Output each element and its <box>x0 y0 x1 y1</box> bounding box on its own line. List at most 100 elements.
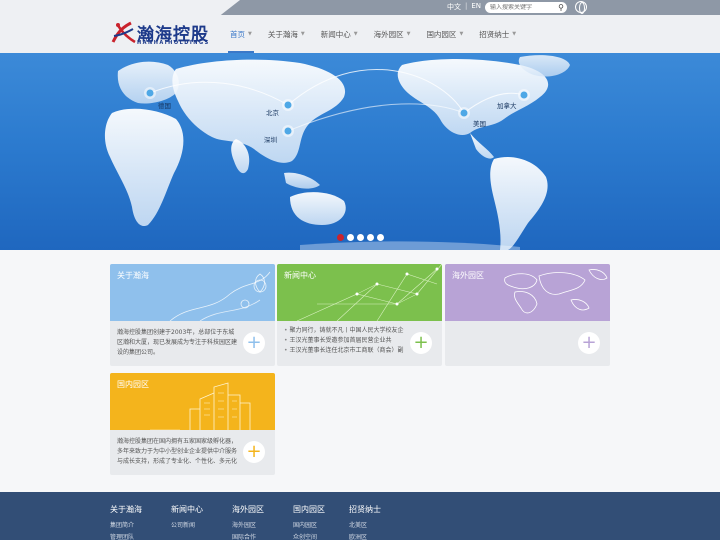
hero-banner: 德国 北京 深圳 美国 加拿大 <box>0 53 720 250</box>
plus-icon: + <box>413 332 429 353</box>
footer-link[interactable]: 海外园区 <box>232 520 264 532</box>
location-label-germany: 德国 <box>158 102 171 110</box>
card-domestic-text: 瀚海控股集团在国内拥有五家国家级孵化器，多年来致力于为中小型创业企业提供中介服务… <box>117 438 237 465</box>
footer-link[interactable]: 北美区 <box>349 520 381 532</box>
chevron-down-icon: ▼ <box>353 31 358 37</box>
footer-link[interactable]: 国际合作 <box>232 532 264 540</box>
main-nav: 首页 ▼ 关于瀚海 ▼ 新闻中心 ▼ 海外园区 ▼ 国内园区 ▼ 招贤纳士 ▼ <box>222 15 524 53</box>
world-map-graphic <box>104 55 570 250</box>
location-label-beijing: 北京 <box>266 109 279 117</box>
slider-dot[interactable] <box>347 234 354 241</box>
footer-col-overseas: 海外园区 海外园区 国际合作 <box>232 504 264 540</box>
nav-item-overseas[interactable]: 海外园区 ▼ <box>366 15 419 53</box>
card-overseas-title: 海外园区 <box>452 271 484 280</box>
card-about-text: 瀚海控股集团创建于2003年，总部位于东城区瀚和大厦，现已发展成为专注于科技园区… <box>117 329 238 356</box>
lang-en-link[interactable]: EN <box>471 2 481 12</box>
news-item[interactable]: 聚力同行，铸就不凡丨中国人民大学校友企 <box>284 326 404 336</box>
nav-label: 关于瀚海 <box>267 29 298 39</box>
chevron-down-icon: ▼ <box>300 31 305 37</box>
plus-icon: + <box>246 441 262 462</box>
news-item[interactable]: 王汉光董事长受邀参加首届民营企业共 <box>284 336 404 346</box>
card-about-body: 瀚海控股集团创建于2003年，总部位于东城区瀚和大厦，现已发展成为专注于科技园区… <box>110 321 275 366</box>
card-about-more-button[interactable]: + <box>243 332 265 354</box>
footer-col-careers: 招贤纳士 北美区 欧洲区 <box>349 504 381 540</box>
location-pin-canada <box>518 89 530 101</box>
plus-icon: + <box>246 332 262 353</box>
logo-mark-icon <box>111 21 136 44</box>
card-domestic-more-button[interactable]: + <box>243 441 265 463</box>
nav-label: 招贤纳士 <box>479 29 510 39</box>
news-list: 聚力同行，铸就不凡丨中国人民大学校友企 王汉光董事长受邀参加首届民营企业共 王汉… <box>284 326 404 356</box>
footer-link[interactable]: 公司新闻 <box>171 520 203 532</box>
search-icon[interactable]: ⚲ <box>558 3 564 12</box>
location-label-shenzhen: 深圳 <box>264 136 277 144</box>
footer-link[interactable]: 管理团队 <box>110 532 142 540</box>
card-about-title: 关于瀚海 <box>117 271 149 280</box>
chevron-down-icon: ▼ <box>248 31 252 37</box>
chevron-down-icon: ▼ <box>512 31 517 37</box>
card-news-title: 新闻中心 <box>284 271 316 280</box>
slider-pagination <box>337 234 384 241</box>
footer-link[interactable]: 欧洲区 <box>349 532 381 540</box>
plus-icon: + <box>581 332 597 353</box>
logo-name-en: HANHAIHOLDINGS <box>137 40 210 46</box>
nav-label: 国内园区 <box>426 29 457 39</box>
card-domestic-header: 国内园区 <box>110 373 275 430</box>
nav-item-careers[interactable]: 招贤纳士 ▼ <box>471 15 524 53</box>
site-footer: 关于瀚海 集团简介 管理团队 新闻中心 公司新闻 海外园区 海外园区 国际合作 … <box>0 492 720 540</box>
card-overseas-body: + <box>445 321 610 366</box>
news-item[interactable]: 王汉光董事长连任北京市工商联（商会）副 <box>284 346 404 356</box>
chevron-down-icon: ▼ <box>459 31 464 37</box>
chevron-down-icon: ▼ <box>406 31 411 37</box>
location-label-usa: 美国 <box>473 120 486 128</box>
card-news-more-button[interactable]: + <box>410 332 432 354</box>
footer-col-about: 关于瀚海 集团简介 管理团队 <box>110 504 142 540</box>
card-about-header: 关于瀚海 <box>110 264 275 321</box>
top-utility-bar: 中文 | EN ⚲ <box>0 0 720 15</box>
slider-dot[interactable] <box>367 234 374 241</box>
footer-heading[interactable]: 招贤纳士 <box>349 504 381 515</box>
lang-cn-link[interactable]: 中文 <box>447 2 461 12</box>
footer-link[interactable]: 集团简介 <box>110 520 142 532</box>
site-header: 瀚海控股 HANHAIHOLDINGS 首页 ▼ 关于瀚海 ▼ 新闻中心 ▼ 海外园区… <box>0 15 720 53</box>
footer-heading[interactable]: 新闻中心 <box>171 504 203 515</box>
card-news[interactable]: 新闻中心 聚力同行，铸就不凡丨中国人民大学校友企 王汉光董事长受邀参加首届民营企… <box>277 264 442 366</box>
card-news-header: 新闻中心 <box>277 264 442 321</box>
card-domestic-body: 瀚海控股集团在国内拥有五家国家级孵化器，多年来致力于为中小型创业企业提供中介服务… <box>110 430 275 475</box>
footer-link[interactable]: 国内园区 <box>293 520 325 532</box>
footer-col-news: 新闻中心 公司新闻 <box>171 504 203 532</box>
slider-dot[interactable] <box>357 234 364 241</box>
location-pin-beijing <box>282 99 294 111</box>
card-news-body: 聚力同行，铸就不凡丨中国人民大学校友企 王汉光董事长受邀参加首届民营企业共 王汉… <box>277 321 442 366</box>
footer-link[interactable]: 众创空间 <box>293 532 325 540</box>
location-pin-shenzhen <box>282 125 294 137</box>
footer-col-domestic: 国内园区 国内园区 众创空间 <box>293 504 325 540</box>
lang-separator: | <box>465 2 468 10</box>
card-overseas-more-button[interactable]: + <box>578 332 600 354</box>
card-domestic-title: 国内园区 <box>117 380 149 389</box>
location-pin-germany <box>144 87 156 99</box>
search-input[interactable] <box>490 4 554 11</box>
topbar-shade <box>0 0 240 15</box>
footer-heading[interactable]: 海外园区 <box>232 504 264 515</box>
slider-dot[interactable] <box>377 234 384 241</box>
card-domestic[interactable]: 国内园区 瀚海控股集团在国内拥有五家国家级孵化器，多年来致力于为中小型创业企业提… <box>110 373 275 475</box>
language-switcher: 中文 | EN <box>447 2 481 12</box>
nav-item-news[interactable]: 新闻中心 ▼ <box>313 15 366 53</box>
search-box: ⚲ <box>485 2 567 13</box>
footer-heading[interactable]: 国内园区 <box>293 504 325 515</box>
location-pin-usa <box>458 107 470 119</box>
footer-heading[interactable]: 关于瀚海 <box>110 504 142 515</box>
nav-item-home[interactable]: 首页 ▼ <box>222 15 260 53</box>
card-overseas-header: 海外园区 <box>445 264 610 321</box>
nav-item-domestic[interactable]: 国内园区 ▼ <box>418 15 471 53</box>
card-about[interactable]: 关于瀚海 瀚海控股集团创建于2003年，总部位于东城区瀚和大厦，现已发展成为专注… <box>110 264 275 366</box>
nav-item-about[interactable]: 关于瀚海 ▼ <box>260 15 313 53</box>
location-label-canada: 加拿大 <box>497 102 517 110</box>
globe-icon[interactable] <box>575 1 587 14</box>
nav-label: 海外园区 <box>373 29 404 39</box>
slider-dot[interactable] <box>337 234 344 241</box>
logo[interactable]: 瀚海控股 HANHAIHOLDINGS <box>111 20 211 50</box>
card-overseas[interactable]: 海外园区 + <box>445 264 610 366</box>
content-area: 关于瀚海 瀚海控股集团创建于2003年，总部位于东城区瀚和大厦，现已发展成为专注… <box>0 250 720 492</box>
